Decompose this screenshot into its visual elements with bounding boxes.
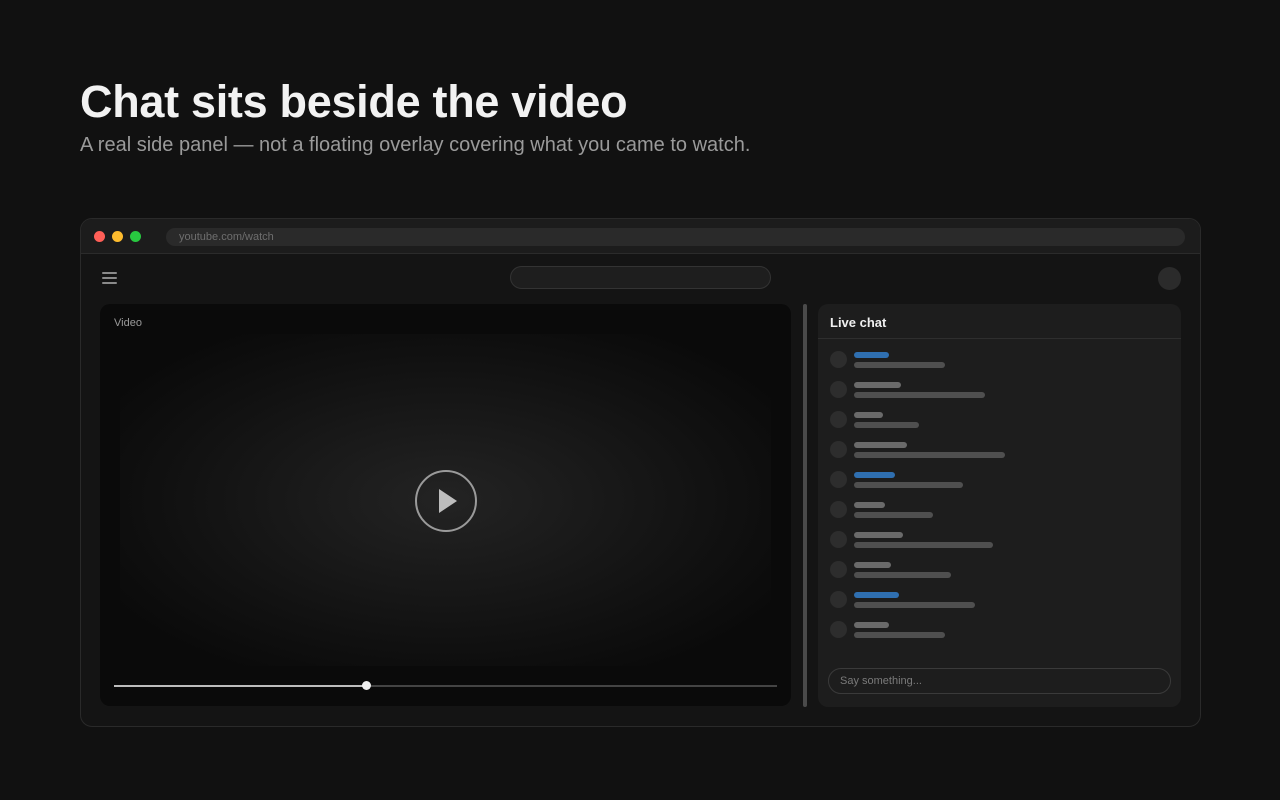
window-maximize-button[interactable] <box>130 231 141 242</box>
chat-username-placeholder <box>854 472 895 478</box>
chat-message <box>830 531 1160 555</box>
chat-text-placeholder <box>854 602 975 608</box>
chat-message <box>830 411 1160 435</box>
chat-username-placeholder <box>854 622 889 628</box>
chat-avatar <box>830 351 847 368</box>
chat-text-placeholder <box>854 632 945 638</box>
chat-text-placeholder <box>854 512 933 518</box>
chat-message <box>830 351 1160 375</box>
progress-bar[interactable] <box>114 681 777 690</box>
chat-text-placeholder <box>854 452 1005 458</box>
page-title: Chat sits beside the video <box>80 76 628 127</box>
chat-username-placeholder <box>854 412 883 418</box>
chat-avatar <box>830 471 847 488</box>
chat-avatar <box>830 561 847 578</box>
progress-fill <box>114 685 366 687</box>
chat-username-placeholder <box>854 382 901 388</box>
chat-message <box>830 441 1160 465</box>
video-label: Video <box>114 317 142 329</box>
chat-avatar <box>830 441 847 458</box>
panel-resize-handle[interactable] <box>803 304 807 707</box>
chat-text-placeholder <box>854 542 993 548</box>
chat-username-placeholder <box>854 532 903 538</box>
play-icon <box>439 489 457 513</box>
window-minimize-button[interactable] <box>112 231 123 242</box>
search-input[interactable] <box>510 266 771 289</box>
hamburger-menu-icon[interactable] <box>102 272 118 285</box>
play-button[interactable] <box>415 470 477 532</box>
chat-message <box>830 591 1160 615</box>
chat-avatar <box>830 531 847 548</box>
chat-message-input[interactable] <box>828 668 1171 694</box>
window-close-button[interactable] <box>94 231 105 242</box>
browser-window: youtube.com/watch Video Live chat <box>80 218 1201 727</box>
chat-text-placeholder <box>854 422 919 428</box>
chat-username-placeholder <box>854 502 885 508</box>
chat-text-placeholder <box>854 482 963 488</box>
chat-message <box>830 471 1160 495</box>
chat-message <box>830 381 1160 405</box>
chat-message <box>830 621 1160 645</box>
chat-username-placeholder <box>854 352 889 358</box>
avatar[interactable] <box>1158 267 1181 290</box>
live-chat-panel: Live chat <box>818 304 1181 707</box>
chat-text-placeholder <box>854 572 951 578</box>
page-subtitle: A real side panel — not a floating overl… <box>80 134 751 156</box>
chat-avatar <box>830 411 847 428</box>
live-chat-title: Live chat <box>818 304 1181 339</box>
progress-scrubber[interactable] <box>361 681 371 690</box>
chat-avatar <box>830 591 847 608</box>
chat-username-placeholder <box>854 442 907 448</box>
chat-message <box>830 561 1160 585</box>
chat-avatar <box>830 381 847 398</box>
chat-avatar <box>830 501 847 518</box>
video-player[interactable]: Video <box>100 304 791 706</box>
chat-avatar <box>830 621 847 638</box>
browser-titlebar: youtube.com/watch <box>81 219 1200 254</box>
chat-text-placeholder <box>854 392 985 398</box>
chat-message <box>830 501 1160 525</box>
chat-username-placeholder <box>854 562 891 568</box>
chat-username-placeholder <box>854 592 899 598</box>
address-bar[interactable]: youtube.com/watch <box>166 228 1185 246</box>
chat-text-placeholder <box>854 362 945 368</box>
